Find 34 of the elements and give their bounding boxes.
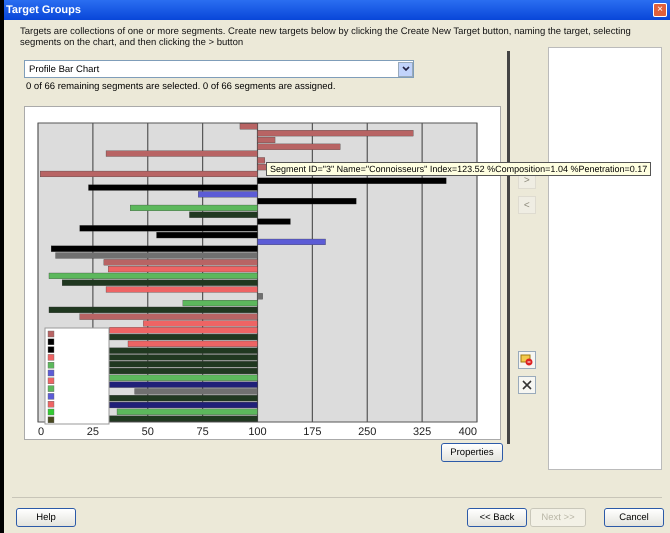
dropdown-value: Profile Bar Chart: [29, 64, 100, 74]
dialog-button[interactable]: Help: [16, 508, 76, 527]
chart-bar[interactable]: [88, 184, 258, 191]
chart-bar[interactable]: [257, 218, 291, 225]
properties-button[interactable]: Properties: [440, 443, 503, 462]
axis-tick-label: 250: [358, 426, 376, 438]
axis-tick-label: 100: [248, 426, 267, 438]
chart-bar[interactable]: [109, 354, 258, 360]
close-button[interactable]: ×: [653, 3, 667, 17]
axis-tick-label: 25: [86, 426, 99, 438]
window-title: Target Groups: [6, 4, 81, 16]
chart-bar[interactable]: [257, 136, 276, 144]
dialog-button[interactable]: Cancel: [604, 508, 664, 527]
axis-tick-label: 325: [412, 426, 432, 438]
chart-bar[interactable]: [257, 198, 356, 204]
chart-bar[interactable]: [109, 334, 258, 340]
new-target-icon: [520, 354, 534, 366]
chart-bar[interactable]: [109, 402, 258, 408]
selection-status: 0 of 66 remaining segments are selected. 0 of 66 segments are assigned.: [26, 81, 336, 92]
chevron-down-icon: [402, 66, 410, 72]
axis-tick-label: 50: [142, 426, 154, 438]
segment-tooltip: Segment ID="3" Name="Connoisseurs" Index=123.52 %Composition=1.04 %Penetration=0.17: [266, 162, 652, 176]
axis-tick-label: 0: [38, 426, 44, 438]
delete-icon: [522, 380, 532, 390]
chart-bar[interactable]: [109, 368, 258, 374]
chart-type-dropdown[interactable]: Profile Bar Chart: [24, 60, 414, 78]
instructions-text: Targets are collections of one or more segments. Create new targets below by clicking the Create New Target button, naming the target, selecting segments on the chart, and then clicking the > button: [20, 26, 632, 48]
chart-bar[interactable]: [156, 232, 258, 238]
axis-tick-label: 400: [458, 426, 477, 438]
new-target-button[interactable]: [518, 351, 536, 369]
axis-tick-label: 75: [196, 426, 209, 438]
dialog-button[interactable]: << Back: [467, 508, 527, 527]
axis-tick-label: 175: [303, 426, 322, 438]
delete-button[interactable]: [518, 376, 536, 394]
